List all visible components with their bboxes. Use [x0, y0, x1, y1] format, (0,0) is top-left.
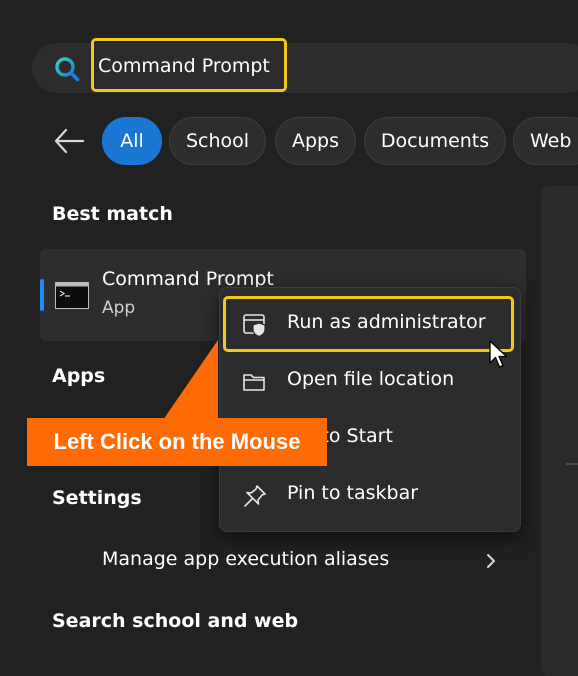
menu-item-pin-to-taskbar[interactable]: Pin to taskbar — [226, 468, 514, 524]
section-search-school-web: Search school and web — [52, 610, 299, 632]
filter-documents[interactable]: Documents — [364, 117, 506, 165]
folder-icon — [243, 374, 265, 391]
menu-item-label: Open file location — [287, 368, 455, 390]
mouse-cursor-icon — [489, 340, 508, 368]
section-best-match: Best match — [52, 203, 173, 225]
search-icon — [55, 57, 80, 82]
arrow-left-icon[interactable] — [52, 126, 86, 156]
filter-school[interactable]: School — [169, 117, 266, 165]
chevron-right-icon[interactable] — [484, 552, 498, 570]
selection-accent — [40, 279, 44, 311]
section-apps: Apps — [52, 365, 106, 387]
search-highlight-box — [91, 38, 287, 92]
preview-divider — [566, 463, 578, 465]
preview-panel — [541, 186, 578, 676]
section-settings: Settings — [52, 487, 142, 509]
filter-web[interactable]: Web — [513, 117, 578, 165]
command-prompt-icon — [55, 282, 89, 309]
pin-icon — [244, 485, 266, 507]
settings-item-app-execution-aliases[interactable]: Manage app execution aliases — [102, 548, 389, 570]
menu-highlight-box — [223, 296, 514, 352]
callout-label: Left Click on the Mouse — [27, 418, 327, 466]
best-match-subtitle: App — [102, 298, 136, 318]
menu-item-label: Pin to taskbar — [287, 482, 419, 504]
filter-all[interactable]: All — [102, 117, 162, 165]
filter-apps[interactable]: Apps — [275, 117, 356, 165]
menu-item-open-file-location[interactable]: Open file location — [226, 354, 514, 410]
